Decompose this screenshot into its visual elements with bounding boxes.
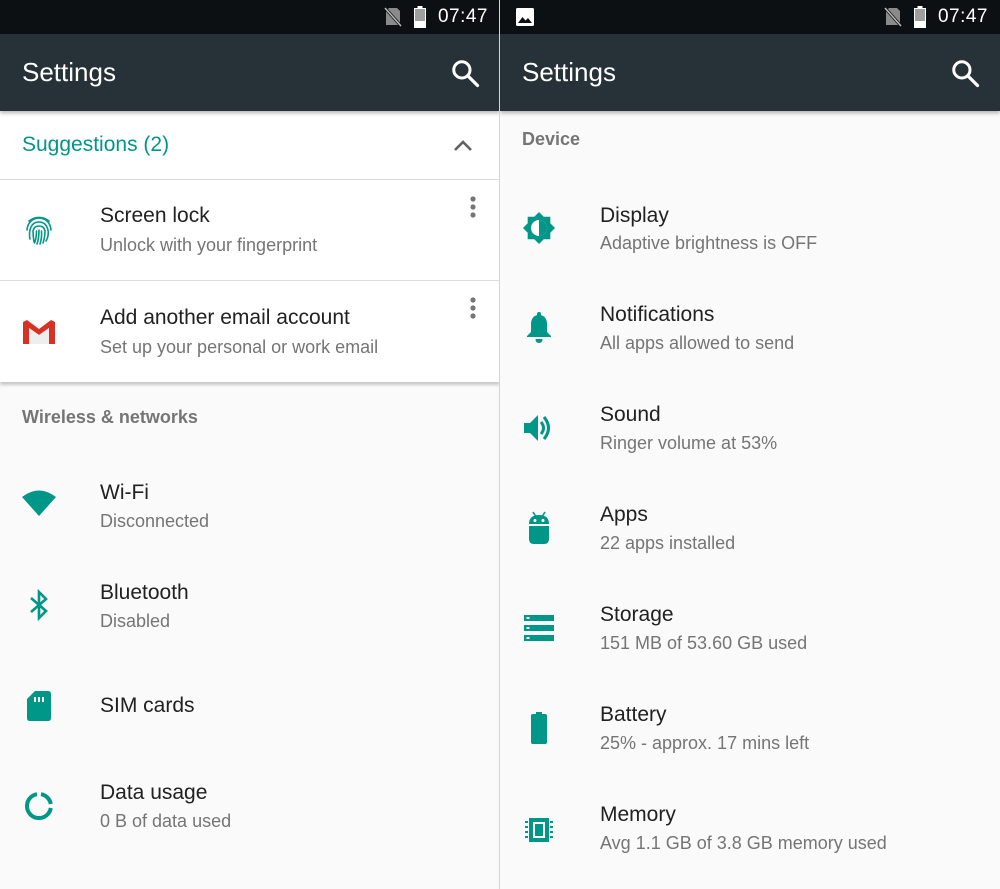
item-subtitle: 0 B of data used	[100, 811, 232, 831]
gmail-icon	[22, 315, 56, 349]
item-title: Notifications	[600, 303, 715, 326]
settings-content: Device Display Adaptive brightness is OF…	[500, 111, 1000, 889]
storage-icon	[522, 611, 556, 645]
suggestion-subtitle: Set up your personal or work email	[100, 337, 379, 357]
item-subtitle: 22 apps installed	[600, 533, 736, 553]
item-subtitle: Adaptive brightness is OFF	[600, 233, 818, 253]
fingerprint-icon	[22, 213, 56, 247]
app-bar: Settings	[500, 34, 1000, 111]
settings-screen-left: 07:47 Settings Suggestions (2) Screen lo…	[0, 0, 500, 889]
battery-status-icon	[913, 6, 926, 28]
settings-item-apps[interactable]: Apps 22 apps installed	[500, 479, 1000, 579]
item-title: Storage	[600, 603, 674, 626]
settings-item-bluetooth[interactable]: Bluetooth Disabled	[0, 543, 500, 643]
item-subtitle: All apps allowed to send	[600, 333, 795, 353]
volume-icon	[522, 411, 556, 445]
data-usage-icon	[22, 789, 56, 823]
no-sim-icon	[383, 7, 402, 27]
item-subtitle: 25% - approx. 17 mins left	[600, 733, 810, 753]
section-header-wireless: Wireless & networks	[22, 407, 198, 427]
suggestion-card-screen-lock[interactable]: Screen lock Unlock with your fingerprint	[0, 179, 500, 280]
settings-item-sim-cards[interactable]: SIM cards	[0, 651, 500, 751]
suggestion-title: Add another email account	[100, 306, 350, 329]
image-notification-icon	[516, 8, 534, 26]
settings-item-data-usage[interactable]: Data usage 0 B of data used	[0, 751, 500, 851]
item-subtitle: Avg 1.1 GB of 3.8 GB memory used	[600, 833, 887, 853]
page-title: Settings	[22, 57, 116, 87]
item-subtitle: Disabled	[100, 611, 171, 631]
clock: 07:47	[437, 6, 488, 27]
settings-item-storage[interactable]: Storage 151 MB of 53.60 GB used	[500, 579, 1000, 679]
item-title: Wi-Fi	[100, 481, 149, 504]
item-title: Data usage	[100, 781, 208, 804]
item-subtitle: 151 MB of 53.60 GB used	[600, 633, 808, 653]
item-title: Apps	[600, 503, 648, 526]
status-bar: 07:47	[0, 0, 500, 34]
battery-icon	[522, 711, 556, 745]
android-icon	[522, 511, 556, 545]
page-title: Settings	[522, 57, 616, 87]
item-title: Memory	[600, 803, 676, 826]
item-title: SIM cards	[100, 694, 195, 717]
suggestion-title: Screen lock	[100, 204, 210, 227]
more-vert-icon[interactable]	[468, 295, 478, 325]
suggestion-subtitle: Unlock with your fingerprint	[100, 235, 318, 255]
settings-item-battery[interactable]: Battery 25% - approx. 17 mins left	[500, 679, 1000, 779]
bluetooth-icon	[22, 588, 56, 622]
app-bar: Settings	[0, 34, 500, 111]
panel-divider	[499, 0, 500, 889]
item-title: Battery	[600, 703, 667, 726]
item-subtitle: Ringer volume at 53%	[600, 433, 778, 453]
status-bar: 07:47	[500, 0, 1000, 34]
search-icon[interactable]	[450, 58, 480, 88]
settings-item-memory[interactable]: Memory Avg 1.1 GB of 3.8 GB memory used	[500, 779, 1000, 879]
no-sim-icon	[883, 7, 902, 27]
item-title: Bluetooth	[100, 581, 189, 604]
settings-content: Suggestions (2) Screen lock Unlock with …	[0, 111, 500, 889]
battery-status-icon	[413, 6, 426, 28]
bell-icon	[522, 311, 556, 345]
settings-item-sound[interactable]: Sound Ringer volume at 53%	[500, 379, 1000, 479]
settings-item-wifi[interactable]: Wi-Fi Disconnected	[0, 443, 500, 543]
suggestion-card-email[interactable]: Add another email account Set up your pe…	[0, 280, 500, 382]
clock: 07:47	[937, 6, 988, 27]
item-title: Display	[600, 204, 669, 227]
wifi-icon	[22, 486, 56, 520]
item-title: Sound	[600, 403, 661, 426]
settings-item-display[interactable]: Display Adaptive brightness is OFF	[500, 179, 1000, 279]
search-icon[interactable]	[950, 58, 980, 88]
memory-icon	[522, 813, 556, 847]
chevron-up-icon[interactable]	[452, 135, 474, 155]
suggestions-title: Suggestions (2)	[22, 133, 170, 156]
section-header-device: Device	[522, 129, 581, 149]
item-subtitle: Disconnected	[100, 511, 210, 531]
more-vert-icon[interactable]	[468, 194, 478, 224]
settings-item-notifications[interactable]: Notifications All apps allowed to send	[500, 279, 1000, 379]
suggestions-header[interactable]: Suggestions (2)	[0, 111, 500, 179]
brightness-icon	[522, 211, 556, 245]
sim-card-icon	[22, 689, 56, 723]
settings-screen-right: 07:47 Settings Device Display Adaptive b…	[500, 0, 1000, 889]
